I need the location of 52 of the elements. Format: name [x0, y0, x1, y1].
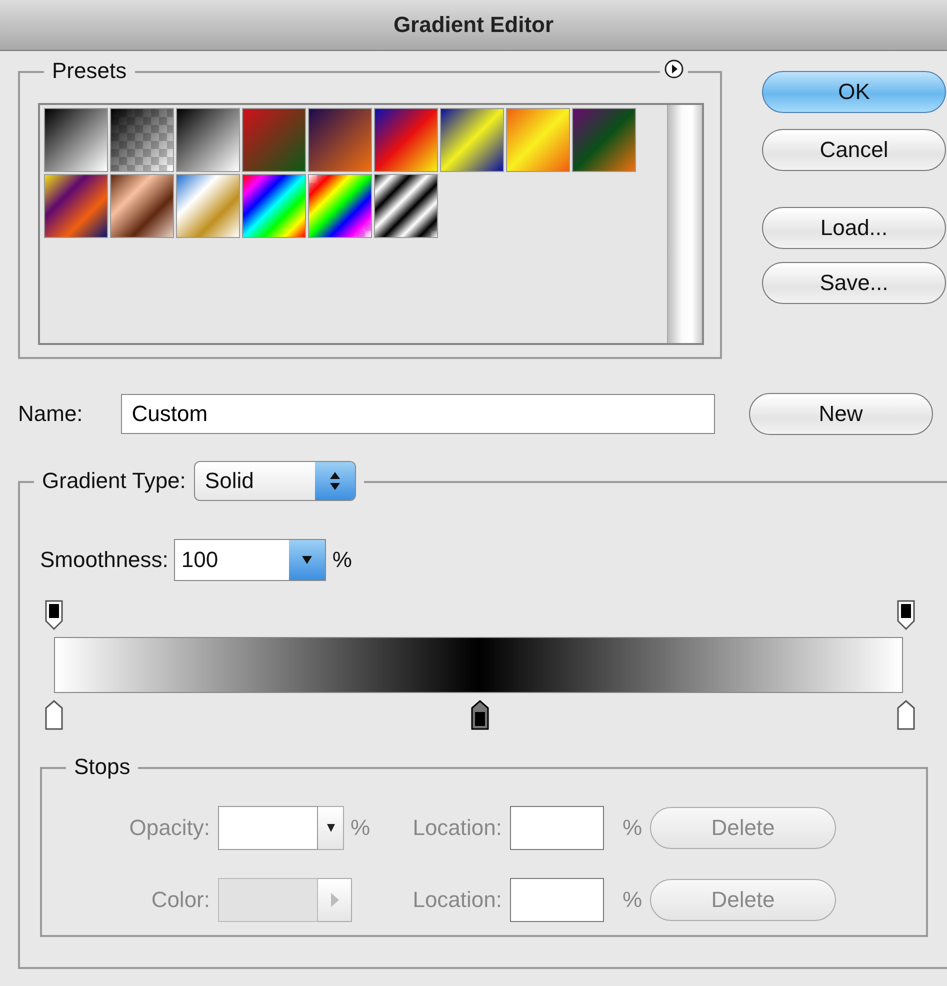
gradient-swatch[interactable] [110, 174, 174, 238]
name-label: Name: [18, 401, 83, 427]
color-label: Color: [150, 887, 211, 913]
gradient-swatch[interactable] [242, 174, 306, 238]
location-field[interactable] [510, 878, 604, 922]
gradient-swatch[interactable] [44, 108, 108, 172]
opacity-field[interactable] [218, 806, 318, 850]
color-stop[interactable] [470, 699, 490, 731]
percent-label: % [621, 887, 643, 913]
up-down-arrows-icon [328, 470, 341, 492]
gradient-swatch[interactable] [374, 108, 438, 172]
smoothness-label: Smoothness: [40, 547, 168, 573]
color-stop[interactable] [896, 699, 916, 731]
location-field[interactable] [510, 806, 604, 850]
gradient-swatch[interactable] [110, 108, 174, 172]
smoothness-field[interactable]: 100 [174, 539, 326, 581]
location-label: Location: [412, 815, 503, 841]
color-stop[interactable] [44, 699, 64, 731]
gradient-swatch[interactable] [374, 174, 438, 238]
dialog-button[interactable]: Cancel [762, 129, 946, 171]
gradient-type-label: Gradient Type: [42, 468, 186, 494]
gradient-swatch[interactable] [506, 108, 570, 172]
dropdown-arrow-icon [326, 823, 336, 833]
percent-label: % [332, 547, 352, 573]
gradient-swatch[interactable] [308, 174, 372, 238]
name-field[interactable]: Custom [120, 394, 715, 434]
dropdown-button[interactable] [318, 806, 344, 850]
new-button[interactable]: New [748, 393, 933, 435]
menu-icon[interactable] [664, 59, 684, 79]
gradient-swatch[interactable] [176, 108, 240, 172]
opacity-label: Opacity: [128, 815, 211, 841]
gradient-swatch[interactable] [242, 108, 306, 172]
opacity-stop[interactable] [44, 599, 64, 631]
location-label: Location: [412, 887, 503, 913]
dialog-button[interactable]: Load... [762, 207, 946, 249]
gradient-swatch[interactable] [440, 108, 504, 172]
dialog-button[interactable]: Save... [762, 262, 946, 304]
color-field[interactable] [218, 878, 318, 922]
gradient-swatch[interactable] [572, 108, 636, 172]
scrollbar[interactable] [667, 105, 702, 343]
window-title: Gradient Editor [393, 12, 554, 38]
right-arrow-icon [330, 892, 340, 908]
gradient-swatch[interactable] [176, 174, 240, 238]
color-arrow-button[interactable] [318, 878, 352, 922]
gradient-swatch[interactable] [44, 174, 108, 238]
dropdown-arrow-icon [301, 555, 314, 565]
gradient-type-select[interactable]: Solid [194, 461, 356, 501]
percent-label: % [621, 815, 643, 841]
default-button[interactable]: OK [762, 71, 946, 113]
gradient-swatch[interactable] [308, 108, 372, 172]
opacity-stop[interactable] [896, 599, 916, 631]
percent-label: % [350, 815, 371, 841]
